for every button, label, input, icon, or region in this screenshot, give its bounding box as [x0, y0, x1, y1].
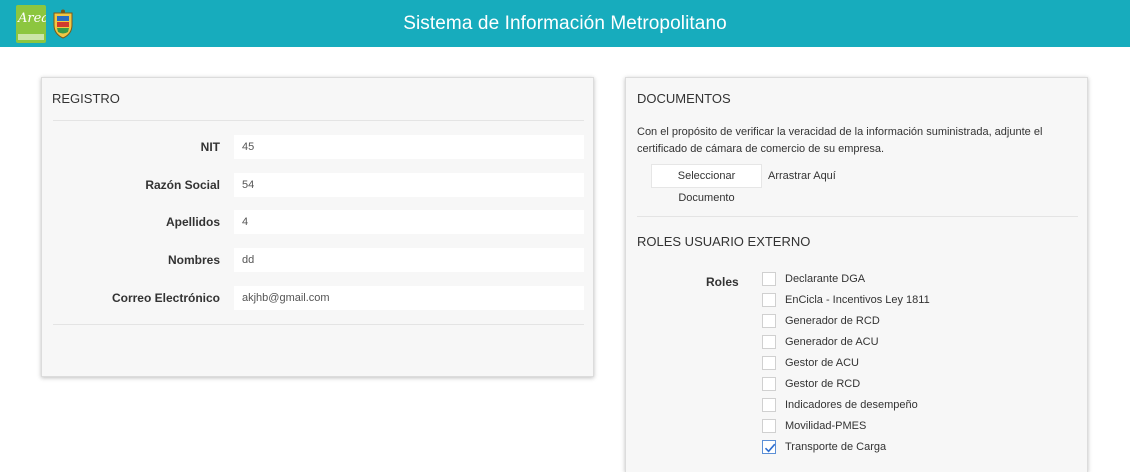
role-checkbox[interactable] [762, 377, 776, 391]
role-item[interactable]: Gestor de ACU [762, 356, 1062, 372]
registro-panel: REGISTRO NIT 45 Razón Social 54 Apellido… [41, 77, 594, 377]
nit-input[interactable]: 45 [234, 135, 584, 159]
nombres-row: Nombres dd [42, 248, 595, 272]
role-checkbox[interactable] [762, 335, 776, 349]
role-item[interactable]: Declarante DGA [762, 272, 1062, 288]
apellidos-input[interactable]: 4 [234, 210, 584, 234]
documentos-panel: DOCUMENTOS Con el propósito de verificar… [625, 77, 1088, 472]
role-label: Gestor de ACU [785, 357, 859, 369]
role-item[interactable]: Gestor de RCD [762, 377, 1062, 393]
nombres-label: Nombres [167, 253, 220, 267]
role-item[interactable]: Transporte de Carga [762, 440, 1062, 456]
nit-row: NIT 45 [42, 135, 595, 159]
checkmark-icon [764, 443, 776, 453]
role-label: Generador de ACU [785, 336, 879, 348]
role-item[interactable]: Generador de ACU [762, 335, 1062, 351]
select-document-button[interactable]: Seleccionar Documento [651, 164, 762, 204]
nit-label: NIT [200, 140, 220, 154]
role-label: Generador de RCD [785, 315, 880, 327]
divider [53, 120, 584, 121]
role-item[interactable]: EnCicla - Incentivos Ley 1811 [762, 293, 1062, 309]
apellidos-row: Apellidos 4 [42, 210, 595, 234]
registro-title: REGISTRO [52, 91, 120, 106]
role-item[interactable]: Movilidad-PMES [762, 419, 1062, 435]
roles-title: ROLES USUARIO EXTERNO [637, 234, 811, 249]
correo-input[interactable]: akjhb@gmail.com [234, 286, 584, 310]
app-header: Area Sistema de Información Metropolitan… [0, 0, 1130, 47]
role-label: Transporte de Carga [785, 441, 887, 453]
role-label: Gestor de RCD [785, 378, 861, 390]
role-checkbox[interactable] [762, 419, 776, 433]
role-item[interactable]: Indicadores de desempeño [762, 398, 1062, 414]
role-label: Indicadores de desempeño [785, 399, 918, 411]
role-label: Movilidad-PMES [785, 420, 867, 432]
correo-label: Correo Electrónico [111, 291, 220, 305]
divider [637, 216, 1078, 217]
roles-label: Roles [706, 275, 739, 289]
role-checkbox[interactable] [762, 398, 776, 412]
role-checkbox-checked[interactable] [762, 440, 776, 454]
correo-row: Correo Electrónico akjhb@gmail.com [42, 286, 595, 310]
role-checkbox[interactable] [762, 314, 776, 328]
divider [53, 324, 584, 325]
amva-logo: Area [16, 4, 46, 43]
documentos-title: DOCUMENTOS [637, 91, 731, 106]
role-label: Declarante DGA [785, 273, 866, 285]
role-label: EnCicla - Incentivos Ley 1811 [785, 294, 930, 306]
apellidos-label: Apellidos [165, 215, 220, 229]
drag-drop-zone[interactable]: Arrastrar Aquí [768, 164, 836, 188]
role-checkbox[interactable] [762, 356, 776, 370]
razon-social-label: Razón Social [145, 178, 220, 192]
documentos-description: Con el propósito de verificar la veracid… [637, 126, 1043, 155]
role-item[interactable]: Generador de RCD [762, 314, 1062, 330]
razon-social-input[interactable]: 54 [234, 173, 584, 197]
logo-area: Area [16, 3, 74, 44]
coat-of-arms-icon [52, 9, 74, 39]
page-title: Sistema de Información Metropolitano [403, 12, 727, 34]
razon-social-row: Razón Social 54 [42, 173, 595, 197]
role-checkbox[interactable] [762, 293, 776, 307]
amva-logo-text: Area [18, 10, 46, 26]
nombres-input[interactable]: dd [234, 248, 584, 272]
role-checkbox[interactable] [762, 272, 776, 286]
